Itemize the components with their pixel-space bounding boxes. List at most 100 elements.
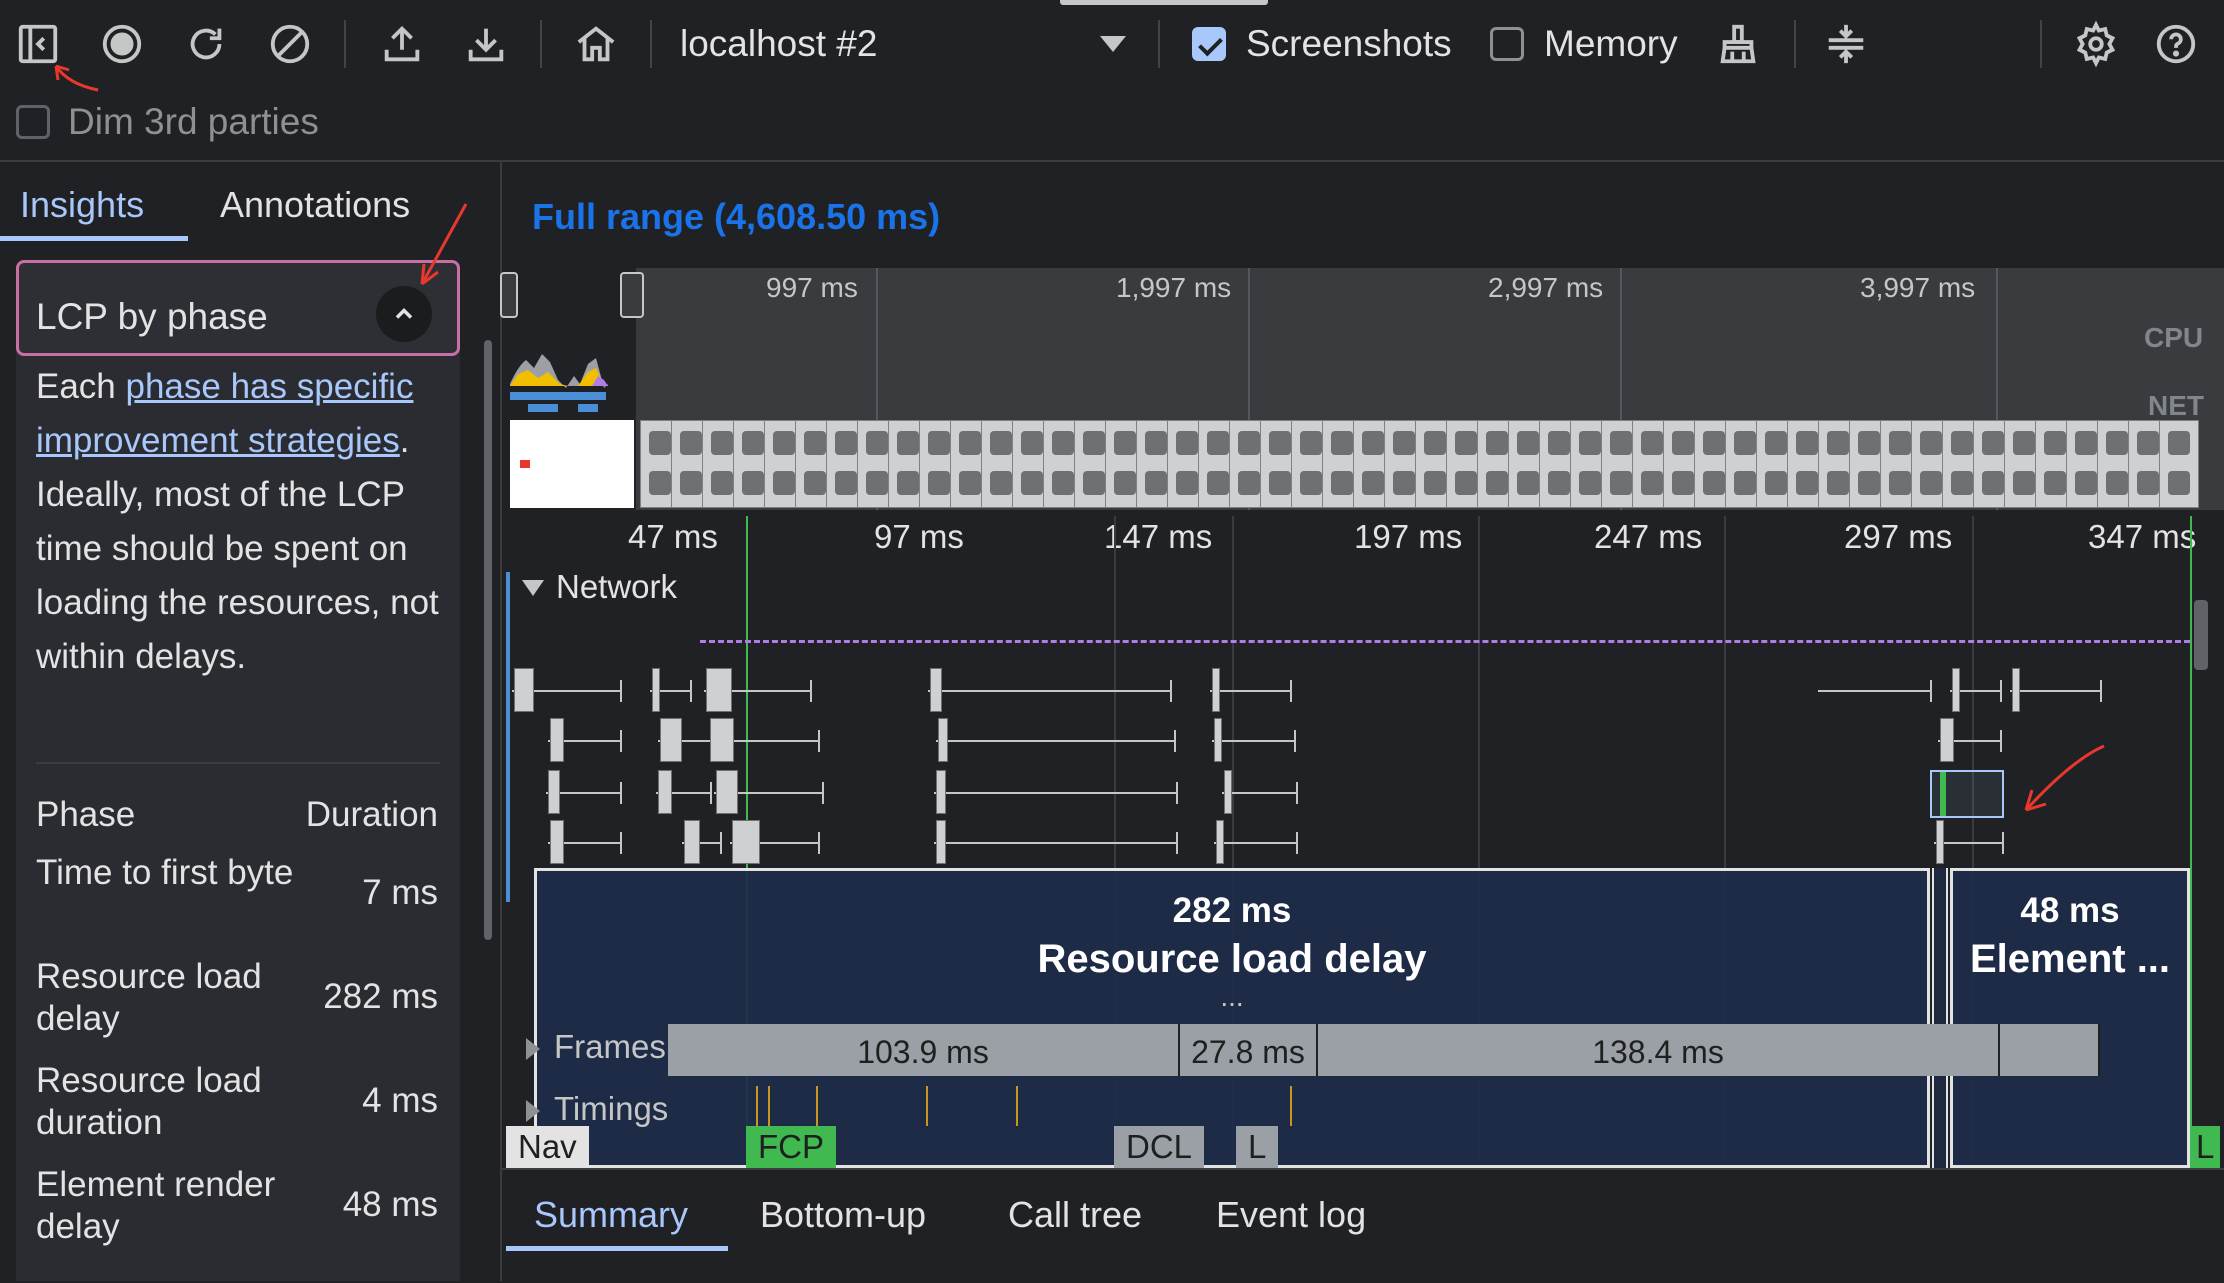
network-request-bar[interactable] xyxy=(732,820,760,864)
network-track-label[interactable]: Network xyxy=(556,568,677,606)
tab-call-tree[interactable]: Call tree xyxy=(1008,1194,1142,1236)
insight-description: Each phase has specific improvement stra… xyxy=(36,360,446,684)
network-request-whisker[interactable] xyxy=(934,792,1176,794)
network-request-bar[interactable] xyxy=(1224,770,1232,814)
tab-annotations[interactable]: Annotations xyxy=(220,184,410,226)
toolbar-divider xyxy=(540,20,542,68)
lcp-marker[interactable]: L xyxy=(2190,1126,2221,1168)
expand-triangle-icon[interactable] xyxy=(526,1038,540,1060)
network-request-bar[interactable] xyxy=(716,770,738,814)
network-request-whisker[interactable] xyxy=(1222,792,1296,794)
dim-third-parties-checkbox[interactable] xyxy=(16,105,50,139)
help-icon[interactable] xyxy=(2150,18,2202,70)
network-request-whisker[interactable] xyxy=(936,740,1174,742)
network-request-bar[interactable] xyxy=(930,668,942,712)
network-request-bar[interactable] xyxy=(660,718,682,762)
network-request-bar[interactable] xyxy=(548,770,560,814)
network-request-whisker[interactable] xyxy=(1934,842,2002,844)
screenshots-checkbox[interactable] xyxy=(1192,27,1226,61)
tab-bottom-up[interactable]: Bottom-up xyxy=(760,1194,926,1236)
network-request-bar[interactable] xyxy=(1216,820,1224,864)
frames-track-label[interactable]: Frames xyxy=(554,1028,666,1066)
divider xyxy=(36,762,440,764)
network-request-bar[interactable] xyxy=(1212,668,1220,712)
frame-bar[interactable] xyxy=(2000,1024,2100,1076)
tab-event-log[interactable]: Event log xyxy=(1216,1194,1366,1236)
network-request-whisker[interactable] xyxy=(934,842,1176,844)
phase-duration: 48 ms xyxy=(342,1185,438,1224)
overlay-duration: 282 ms xyxy=(1172,891,1292,930)
network-request-whisker[interactable] xyxy=(928,690,1170,692)
screenshot-thumbnail-mark xyxy=(520,460,530,468)
network-request-bar[interactable] xyxy=(514,668,534,712)
collapse-tracks-icon[interactable] xyxy=(1820,18,1872,70)
memory-checkbox[interactable] xyxy=(1490,27,1524,61)
upload-icon[interactable] xyxy=(376,18,428,70)
overview-left-handle[interactable] xyxy=(500,272,518,318)
duration-column-header: Duration xyxy=(305,795,438,834)
network-request-whisker[interactable] xyxy=(2010,690,2100,692)
recording-select[interactable]: localhost #2 xyxy=(680,20,877,68)
resource-load-delay-overlay[interactable]: 282 ms Resource load delay ... xyxy=(534,868,1930,1168)
garbage-collect-broom-icon[interactable] xyxy=(1712,18,1764,70)
network-request-bar[interactable] xyxy=(658,770,672,814)
load-marker[interactable]: L xyxy=(1236,1126,1279,1168)
network-request-bar[interactable] xyxy=(652,668,660,712)
sidebar-scrollbar[interactable] xyxy=(484,340,492,940)
network-request-bar[interactable] xyxy=(936,770,946,814)
network-request-bar[interactable] xyxy=(706,668,732,712)
network-request-bar[interactable] xyxy=(938,718,948,762)
network-request-whisker[interactable] xyxy=(1214,842,1296,844)
expand-triangle-icon[interactable] xyxy=(526,1100,540,1122)
resource-load-duration-overlay[interactable] xyxy=(1932,868,1948,1168)
panel-drag-indicator xyxy=(1060,0,1268,5)
tab-summary[interactable]: Summary xyxy=(534,1194,688,1236)
frame-bar[interactable]: 138.4 ms xyxy=(1318,1024,2000,1076)
tab-insights[interactable]: Insights xyxy=(20,184,144,226)
network-request-cap xyxy=(1176,832,1178,854)
network-request-bar[interactable] xyxy=(936,820,946,864)
element-render-delay-overlay[interactable]: 48 ms Element ... xyxy=(1950,868,2190,1168)
network-request-bar[interactable] xyxy=(684,820,700,864)
settings-gear-icon[interactable] xyxy=(2070,18,2122,70)
reload-icon[interactable] xyxy=(180,18,232,70)
home-icon[interactable] xyxy=(570,18,622,70)
network-scrollbar[interactable] xyxy=(2194,600,2208,670)
frame-bar[interactable]: 27.8 ms xyxy=(1180,1024,1318,1076)
network-request-bar[interactable] xyxy=(550,820,564,864)
network-request-cap xyxy=(620,782,622,804)
download-icon[interactable] xyxy=(460,18,512,70)
network-request-bar[interactable] xyxy=(550,718,564,762)
dropdown-arrow-icon[interactable] xyxy=(1100,36,1126,52)
fcp-marker[interactable]: FCP xyxy=(746,1126,836,1168)
network-request-whisker[interactable] xyxy=(1212,740,1294,742)
ruler-tick: 147 ms xyxy=(1104,518,1213,555)
screenshot-thumbnail[interactable] xyxy=(2159,420,2199,508)
overlay-label: Element ... xyxy=(1969,937,2171,981)
frame-bar[interactable]: 103.9 ms xyxy=(668,1024,1180,1076)
lcp-marker-line xyxy=(2190,516,2192,1166)
network-request-bar[interactable] xyxy=(2012,668,2020,712)
clear-icon[interactable] xyxy=(264,18,316,70)
network-request-bar[interactable] xyxy=(710,718,734,762)
expand-triangle-icon[interactable] xyxy=(522,580,544,596)
cpu-label: CPU xyxy=(2144,322,2204,353)
timings-track-label[interactable]: Timings xyxy=(554,1090,668,1128)
full-range-breadcrumb[interactable]: Full range (4,608.50 ms) xyxy=(532,196,940,238)
network-request-bar[interactable] xyxy=(1952,668,1960,712)
nav-marker[interactable]: Nav xyxy=(506,1126,589,1168)
ruler-tick: 347 ms xyxy=(2088,518,2197,555)
network-request-bar[interactable] xyxy=(1214,718,1222,762)
network-request-bar[interactable] xyxy=(1940,718,1954,762)
annotation-arrow xyxy=(54,64,99,92)
overview-tick: 997 ms xyxy=(766,272,858,303)
network-request-cap xyxy=(2000,680,2002,702)
overview-tick: 1,997 ms xyxy=(1116,272,1232,303)
network-request-bar[interactable] xyxy=(1936,820,1944,864)
overlay-duration: 48 ms xyxy=(2020,891,2120,930)
overview-right-handle[interactable] xyxy=(620,272,644,318)
network-request-whisker[interactable] xyxy=(1210,690,1290,692)
network-request-whisker[interactable] xyxy=(1818,690,1930,692)
dcl-marker[interactable]: DCL xyxy=(1114,1126,1205,1168)
phase-column-header: Phase xyxy=(36,795,136,834)
